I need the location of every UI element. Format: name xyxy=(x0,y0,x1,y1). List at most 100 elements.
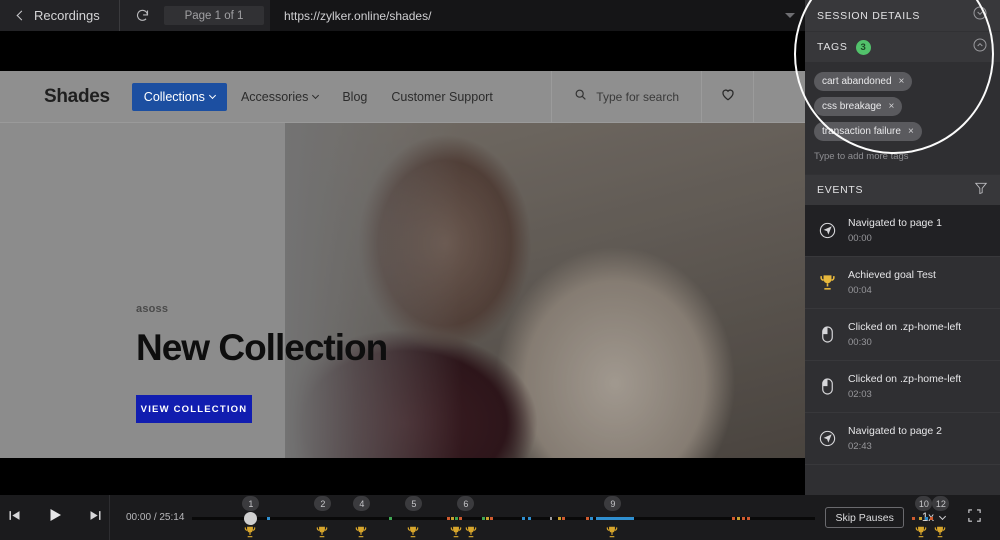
event-time: 02:03 xyxy=(848,389,872,400)
site-search[interactable]: Type for search xyxy=(551,71,701,123)
events-list[interactable]: Navigated to page 1 00:00 Achieved goal … xyxy=(805,205,1000,479)
goal-trophy-icon[interactable] xyxy=(354,525,368,540)
cart-button[interactable] xyxy=(753,71,805,123)
marker-label: 12 xyxy=(935,498,946,509)
track-segment xyxy=(558,517,562,520)
timeline-marker[interactable]: 9 xyxy=(604,496,622,511)
mouse-click-icon xyxy=(816,377,838,396)
event-time: 02:43 xyxy=(848,441,872,452)
skip-next-button[interactable] xyxy=(88,508,103,528)
event-time: 00:30 xyxy=(848,337,872,348)
marker-label: 4 xyxy=(359,498,365,509)
timeline-marker[interactable]: 2 xyxy=(314,496,332,511)
events-title: EVENTS xyxy=(817,184,864,196)
tag-item[interactable]: transaction failure × xyxy=(814,122,922,141)
session-details-title: SESSION DETAILS xyxy=(817,9,921,22)
nav-item-collections[interactable]: Collections xyxy=(131,82,227,111)
nav-item-customer-support[interactable]: Customer Support xyxy=(381,83,502,111)
timeline-marker[interactable]: 4 xyxy=(353,496,371,511)
event-item[interactable]: Navigated to page 2 02:43 xyxy=(805,413,1000,465)
timeline-marker[interactable]: 10 xyxy=(915,496,933,511)
remove-tag-icon[interactable]: × xyxy=(888,101,894,112)
goal-trophy-icon[interactable] xyxy=(406,525,420,540)
timeline-marker[interactable]: 1 xyxy=(242,496,260,511)
timecode: 00:00 / 25:14 xyxy=(126,512,184,523)
playhead-handle[interactable] xyxy=(244,512,258,525)
nav-label: Collections xyxy=(143,89,205,104)
mouse-click-icon xyxy=(816,325,838,344)
playback-controls xyxy=(0,495,110,540)
track-base[interactable] xyxy=(192,517,816,520)
tag-label: css breakage xyxy=(822,101,882,112)
goal-trophy-icon[interactable] xyxy=(605,525,619,540)
total-time: 25:14 xyxy=(159,512,185,523)
tags-header[interactable]: TAGS 3 xyxy=(805,31,1000,62)
chevron-down-icon[interactable] xyxy=(785,13,795,18)
trophy-icon xyxy=(816,273,838,292)
event-name: Clicked on .zp-home-left xyxy=(848,321,962,333)
track-segment xyxy=(447,517,451,520)
filter-icon[interactable] xyxy=(974,181,988,200)
nav-label: Accessories xyxy=(240,89,309,104)
hero-section: asoss New Collection VIEW COLLECTION xyxy=(0,123,805,458)
nav-item-blog[interactable]: Blog xyxy=(332,83,377,111)
timeline-marker[interactable]: 5 xyxy=(405,496,423,511)
track-segment xyxy=(528,517,532,520)
play-button[interactable] xyxy=(46,506,64,529)
back-to-recordings-button[interactable]: Recordings xyxy=(0,8,110,23)
tags-title: TAGS xyxy=(817,41,848,53)
chevron-down-icon xyxy=(208,91,216,99)
event-item[interactable]: Achieved goal Test 00:04 xyxy=(805,257,1000,309)
url-bar[interactable]: https://zylker.online/shades/ xyxy=(270,0,805,31)
fullscreen-button[interactable] xyxy=(967,508,982,528)
tag-list: cart abandoned × css breakage × transact… xyxy=(814,72,991,166)
tags-body: cart abandoned × css breakage × transact… xyxy=(805,62,1000,174)
skip-previous-button[interactable] xyxy=(7,508,22,528)
marker-label: 9 xyxy=(610,498,616,509)
site-header: Shades Collections Accessories Blog Cust… xyxy=(0,71,805,123)
wishlist-button[interactable] xyxy=(701,71,753,123)
goal-trophy-icon[interactable] xyxy=(933,525,947,540)
chevron-down-icon xyxy=(938,512,947,520)
remove-tag-icon[interactable]: × xyxy=(899,76,905,87)
event-item[interactable]: Clicked on .zp-home-left 02:03 xyxy=(805,361,1000,413)
track-segment xyxy=(451,517,455,520)
track-segment xyxy=(912,517,916,520)
goal-trophy-icon[interactable] xyxy=(914,525,928,540)
page-indicator[interactable]: Page 1 of 1 xyxy=(164,6,264,25)
goal-trophy-icon[interactable] xyxy=(315,525,329,540)
tag-label: transaction failure xyxy=(822,126,901,137)
marker-label: 6 xyxy=(463,498,469,509)
tag-item[interactable]: cart abandoned × xyxy=(814,72,913,91)
time-separator: / xyxy=(153,512,157,523)
events-header: EVENTS xyxy=(805,174,1000,205)
nav-item-accessories[interactable]: Accessories xyxy=(231,83,328,111)
tag-item[interactable]: css breakage × xyxy=(814,97,903,116)
skip-pauses-button[interactable]: Skip Pauses xyxy=(825,507,904,528)
track-segment xyxy=(586,517,590,520)
remove-tag-icon[interactable]: × xyxy=(908,126,914,137)
event-item[interactable]: Clicked on .zp-home-left 00:30 xyxy=(805,309,1000,361)
chevron-left-icon xyxy=(16,10,27,21)
timeline-track[interactable]: 1 2 4 5 6 9 10 12 xyxy=(192,495,950,540)
goal-trophy-icon[interactable] xyxy=(243,525,257,540)
reload-button[interactable] xyxy=(120,8,164,23)
track-segment xyxy=(459,517,463,520)
site-nav-right: Type for search xyxy=(551,71,805,123)
chevron-down-icon[interactable] xyxy=(972,5,988,26)
timeline-marker[interactable]: 12 xyxy=(932,496,950,511)
event-item[interactable]: Navigated to page 1 00:00 xyxy=(805,205,1000,257)
marker-label: 10 xyxy=(918,498,929,509)
chevron-up-icon[interactable] xyxy=(972,37,988,58)
marker-label: 5 xyxy=(411,498,417,509)
goal-trophy-icon[interactable] xyxy=(449,525,463,540)
search-icon xyxy=(574,88,587,106)
add-tag-input[interactable]: Type to add more tags xyxy=(814,147,909,166)
view-collection-button[interactable]: VIEW COLLECTION xyxy=(136,395,252,423)
event-time: 00:04 xyxy=(848,285,872,296)
session-side-panel: SESSION DETAILS TAGS 3 cart abandoned × xyxy=(794,0,1000,495)
site-logo[interactable]: Shades xyxy=(44,86,110,108)
session-details-header[interactable]: SESSION DETAILS xyxy=(805,0,1000,31)
timeline-marker[interactable]: 6 xyxy=(457,496,475,511)
goal-trophy-icon[interactable] xyxy=(464,525,478,540)
